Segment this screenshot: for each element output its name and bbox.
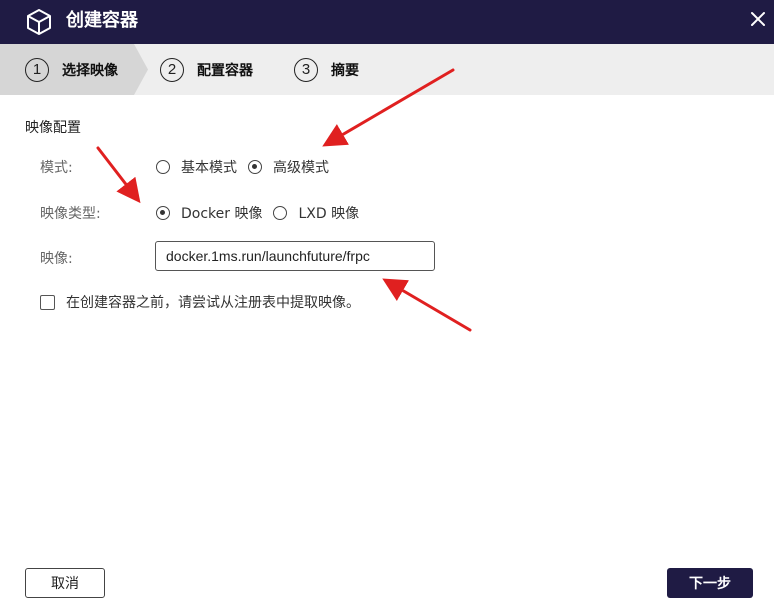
- create-container-dialog: 创建容器 1 选择映像 2 配置容器 3 摘要 映像配置 模式: 基本模式 高级…: [0, 0, 774, 606]
- radio-basic-mode[interactable]: 基本模式: [156, 157, 237, 177]
- image-type-label: 映像类型:: [40, 206, 101, 222]
- dialog-title: 创建容器: [66, 10, 138, 31]
- image-input[interactable]: [155, 241, 435, 271]
- cancel-button[interactable]: 取消: [25, 568, 105, 598]
- step-configure-container[interactable]: 2 配置容器: [160, 44, 253, 95]
- step-number: 3: [294, 57, 318, 82]
- step-label: 选择映像: [62, 62, 118, 79]
- title-bar: 创建容器: [0, 0, 774, 44]
- radio-unchecked-icon[interactable]: [156, 160, 170, 174]
- image-type-radio-group: Docker 映像 LXD 映像: [156, 203, 359, 223]
- radio-unchecked-icon[interactable]: [273, 206, 288, 220]
- section-title: 映像配置: [25, 120, 81, 136]
- mode-radio-group: 基本模式 高级模式: [156, 157, 329, 177]
- step-number: 1: [25, 57, 49, 82]
- step-number: 2: [160, 57, 184, 82]
- pull-image-checkbox[interactable]: 在创建容器之前，请尝试从注册表中提取映像。: [40, 292, 360, 312]
- step-summary[interactable]: 3 摘要: [294, 44, 359, 95]
- arrow-to-docker-image: [96, 146, 141, 204]
- step-select-image[interactable]: 1 选择映像: [25, 44, 118, 95]
- arrow-to-image-input: [382, 278, 472, 332]
- radio-docker-image[interactable]: Docker 映像: [156, 203, 262, 223]
- next-button[interactable]: 下一步: [667, 568, 753, 598]
- close-icon[interactable]: [746, 7, 770, 31]
- cube-icon: [27, 9, 51, 35]
- radio-advanced-mode[interactable]: 高级模式: [248, 157, 329, 177]
- wizard-stepper: 1 选择映像 2 配置容器 3 摘要: [0, 44, 774, 95]
- radio-label: 高级模式: [273, 160, 329, 176]
- radio-label: 基本模式: [181, 160, 237, 176]
- step-label: 配置容器: [197, 62, 253, 79]
- mode-label: 模式:: [40, 160, 73, 176]
- checkbox-label: 在创建容器之前，请尝试从注册表中提取映像。: [66, 295, 360, 311]
- image-label: 映像:: [40, 251, 73, 267]
- radio-label: LXD 映像: [298, 206, 360, 222]
- radio-label: Docker 映像: [181, 206, 263, 222]
- checkbox-unchecked-icon[interactable]: [40, 294, 55, 310]
- radio-checked-icon[interactable]: [156, 206, 170, 220]
- radio-lxd-image[interactable]: LXD 映像: [273, 203, 359, 223]
- step-label: 摘要: [331, 62, 359, 79]
- radio-checked-icon[interactable]: [248, 160, 262, 174]
